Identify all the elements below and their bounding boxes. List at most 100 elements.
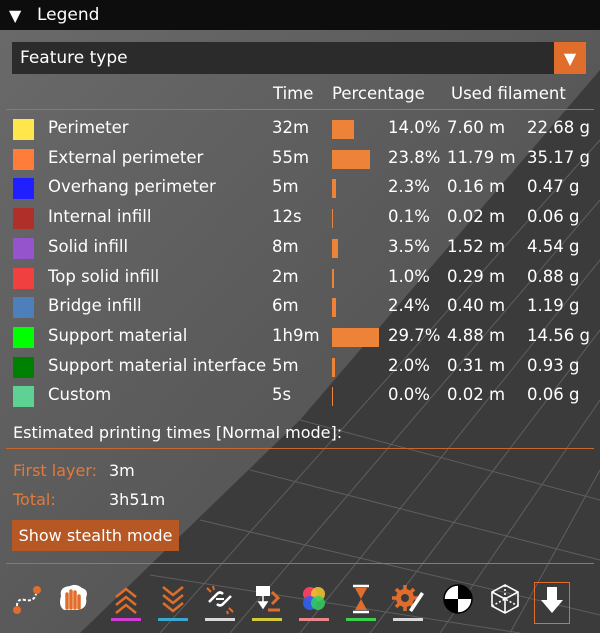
custom-gcodes-icon[interactable]	[391, 582, 425, 622]
visibility-toolbar	[0, 566, 600, 633]
color-swatch	[13, 237, 34, 259]
feature-time: 8m	[272, 236, 299, 256]
feature-row[interactable]: External perimeter 55m 23.8% 11.79 m 35.17 g	[0, 145, 600, 174]
feature-time: 6m	[272, 296, 299, 316]
first-layer-label: First layer:	[13, 461, 98, 480]
feature-length: 4.88 m	[447, 325, 506, 345]
feature-percentage: 1.0%	[388, 266, 430, 286]
feature-weight: 0.06 g	[527, 385, 580, 405]
color-swatch	[13, 119, 34, 140]
feature-time: 55m	[272, 147, 310, 167]
feature-name: Custom	[48, 385, 112, 405]
feature-time: 5m	[272, 177, 299, 197]
toolbar-divider	[6, 563, 594, 564]
header-time: Time	[273, 84, 314, 103]
feature-length: 0.02 m	[447, 207, 506, 227]
header-divider	[6, 109, 594, 110]
percentage-bar	[332, 327, 379, 347]
feature-percentage: 14.0%	[388, 118, 441, 137]
feature-name: External perimeter	[48, 147, 204, 167]
feature-percentage: 2.4%	[388, 296, 430, 316]
feature-time: 2m	[272, 266, 299, 286]
feature-name: Overhang perimeter	[48, 177, 216, 197]
feature-name: Top solid infill	[48, 266, 160, 286]
pause-prints-underline	[346, 618, 376, 621]
feature-percentage: 3.5%	[388, 236, 430, 256]
color-changes-icon[interactable]	[297, 582, 331, 622]
total-label: Total:	[13, 490, 56, 509]
tool-marker-icon[interactable]	[534, 582, 570, 624]
wipe-icon[interactable]	[56, 582, 90, 622]
retractions-icon[interactable]	[109, 582, 143, 622]
color-changes-underline	[299, 618, 329, 621]
feature-name: Support material interface	[48, 355, 267, 375]
feature-time: 5m	[272, 355, 299, 375]
color-swatch	[13, 148, 34, 170]
feature-row[interactable]: Support material 1h9m 29.7% 4.88 m 14.56 g	[0, 323, 600, 352]
legend-header[interactable]: ▼ Legend	[0, 0, 600, 30]
deretractions-underline	[158, 618, 188, 621]
retractions-underline	[111, 618, 141, 621]
feature-length: 7.60 m	[447, 118, 506, 137]
feature-weight: 0.93 g	[527, 355, 580, 375]
header-used-filament: Used filament	[451, 84, 566, 103]
feature-weight: 35.17 g	[527, 147, 590, 167]
feature-weight: 0.06 g	[527, 207, 580, 227]
legend-title: Legend	[37, 5, 100, 25]
tool-changes-underline	[252, 618, 282, 621]
percentage-bar	[332, 238, 338, 258]
feature-name: Bridge infill	[48, 296, 142, 316]
collapse-arrow-icon[interactable]: ▼	[9, 6, 27, 25]
feature-name: Internal infill	[48, 207, 152, 227]
percentage-bar	[332, 209, 333, 229]
percentage-bar	[332, 149, 370, 169]
feature-row[interactable]: Custom 5s 0.0% 0.02 m 0.06 g	[0, 382, 600, 411]
color-swatch	[13, 297, 34, 319]
color-swatch	[13, 178, 34, 200]
feature-row[interactable]: Solid infill 8m 3.5% 1.52 m 4.54 g	[0, 234, 600, 263]
custom-gcodes-underline	[393, 618, 423, 621]
feature-row[interactable]: Perimeter 32m 14.0% 7.60 m 22.68 g	[0, 115, 600, 144]
triangle-down-icon[interactable]: ▼	[554, 42, 586, 74]
feature-weight: 0.88 g	[527, 266, 580, 286]
feature-weight: 1.19 g	[527, 296, 580, 316]
percentage-bar	[332, 387, 333, 407]
feature-percentage: 2.3%	[388, 177, 430, 197]
feature-name: Support material	[48, 325, 188, 345]
view-type-value: Feature type	[20, 48, 128, 68]
travel-icon[interactable]	[10, 582, 44, 622]
feature-time: 5s	[272, 385, 292, 405]
feature-name: Perimeter	[48, 118, 129, 137]
percentage-bar	[332, 298, 336, 318]
feature-row[interactable]: Support material interface 5m 2.0% 0.31 m 0.…	[0, 353, 600, 382]
total-value: 3h51m	[109, 490, 166, 509]
seams-icon[interactable]	[203, 582, 237, 622]
feature-percentage: 0.1%	[388, 207, 430, 227]
first-layer-value: 3m	[109, 461, 135, 480]
estimated-times-heading: Estimated printing times [Normal mode]:	[13, 423, 343, 442]
center-of-gravity-icon[interactable]	[441, 582, 475, 622]
feature-weight: 4.54 g	[527, 236, 580, 256]
feature-row[interactable]: Overhang perimeter 5m 2.3% 0.16 m 0.47 g	[0, 174, 600, 203]
feature-length: 0.29 m	[447, 266, 506, 286]
feature-length: 1.52 m	[447, 236, 506, 256]
tool-changes-icon[interactable]	[250, 582, 284, 622]
feature-percentage: 0.0%	[388, 385, 430, 405]
color-swatch	[13, 356, 34, 378]
feature-percentage: 2.0%	[388, 355, 430, 375]
feature-row[interactable]: Internal infill 12s 0.1% 0.02 m 0.06 g	[0, 204, 600, 233]
feature-row[interactable]: Top solid infill 2m 1.0% 0.29 m 0.88 g	[0, 264, 600, 293]
deretractions-icon[interactable]	[156, 582, 190, 622]
pause-prints-icon[interactable]	[344, 582, 378, 622]
feature-length: 0.02 m	[447, 385, 506, 405]
show-stealth-mode-button[interactable]: Show stealth mode	[12, 520, 179, 551]
feature-percentage: 29.7%	[388, 325, 441, 345]
legend-panel: ▼ Legend Feature type ▼ Time Percentage …	[0, 0, 600, 633]
shells-icon[interactable]	[488, 582, 522, 622]
color-swatch	[13, 267, 34, 289]
feature-length: 11.79 m	[447, 147, 516, 167]
percentage-bar	[332, 120, 355, 139]
view-type-select[interactable]: Feature type ▼	[12, 42, 586, 74]
estimates-divider	[6, 448, 594, 449]
feature-row[interactable]: Bridge infill 6m 2.4% 0.40 m 1.19 g	[0, 293, 600, 322]
